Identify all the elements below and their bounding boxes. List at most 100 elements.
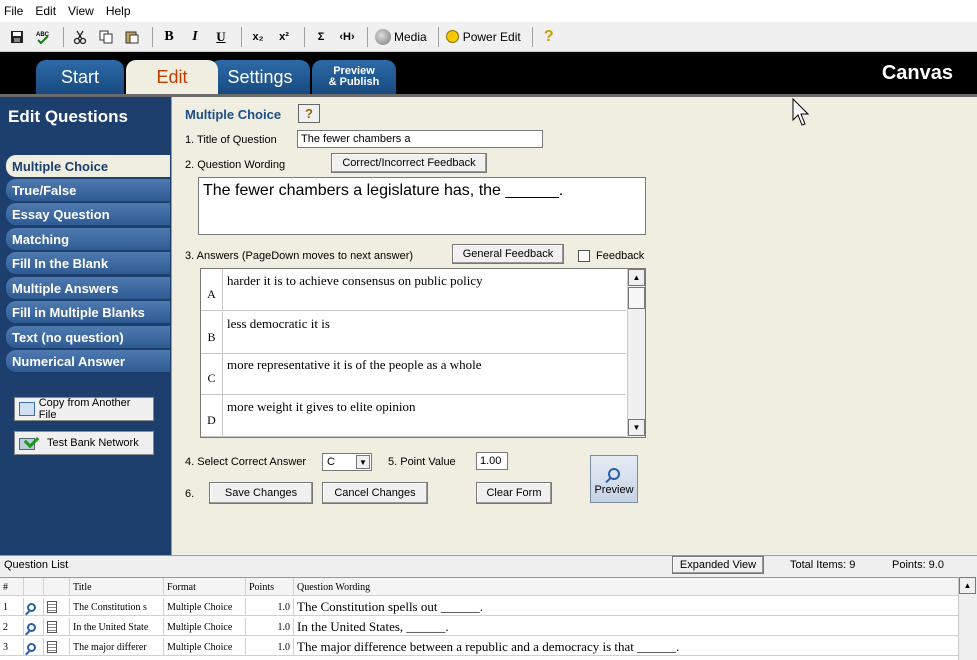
correct-answer-select[interactable]: C ▼ — [322, 453, 372, 471]
question-help-button[interactable]: ? — [298, 104, 320, 123]
preview-row-icon[interactable] — [24, 598, 44, 616]
clear-form-button[interactable]: Clear Form — [476, 482, 552, 504]
preview-row-icon[interactable] — [24, 618, 44, 636]
document-icon[interactable] — [44, 638, 70, 656]
answer-text[interactable]: harder it is to achieve consensus on pub… — [227, 273, 483, 289]
sidebar-item-fill-blank[interactable]: Fill In the Blank — [6, 252, 170, 274]
table-row[interactable]: 1 The Constitution s Multiple Choice 1.0… — [0, 598, 958, 616]
sidebar-item-text[interactable]: Text (no question) — [6, 326, 170, 348]
correct-incorrect-feedback-button[interactable]: Correct/Incorrect Feedback — [331, 153, 487, 173]
copy-from-file-button[interactable]: Copy from Another File — [14, 397, 154, 421]
save-icon[interactable] — [6, 26, 28, 48]
answer-text[interactable]: more weight it gives to elite opinion — [227, 399, 415, 415]
row-points: 1.0 — [246, 618, 294, 636]
preview-button[interactable]: Preview — [590, 455, 638, 503]
italic-button[interactable]: I — [184, 26, 206, 48]
chevron-down-icon[interactable]: ▼ — [356, 455, 370, 469]
answers-label: 3. Answers (PageDown moves to next answe… — [185, 250, 414, 262]
sidebar-item-true-false[interactable]: True/False — [6, 179, 170, 201]
column-header: Format — [164, 578, 246, 596]
title-input[interactable]: The fewer chambers a — [297, 130, 543, 148]
media-button[interactable]: Media — [373, 26, 429, 48]
row-title: The major differer — [70, 638, 164, 656]
answer-row[interactable]: C more representative it is of the peopl… — [201, 353, 626, 395]
spellcheck-icon[interactable]: ABC — [32, 26, 54, 48]
test-bank-network-button[interactable]: Test Bank Network — [14, 431, 154, 455]
preview-row-icon[interactable] — [24, 638, 44, 656]
power-edit-label: Power Edit — [462, 29, 521, 44]
answer-row[interactable]: D more weight it gives to elite opinion — [201, 395, 626, 437]
copy-from-file-label: Copy from Another File — [38, 397, 131, 421]
row-wording: The Constitution spells out ______. — [297, 599, 483, 614]
tab-settings[interactable]: Settings — [210, 60, 310, 94]
separator — [437, 26, 439, 47]
table-row[interactable]: 2 In the United State Multiple Choice 1.… — [0, 618, 958, 636]
document-icon[interactable] — [44, 598, 70, 616]
bold-button[interactable]: B — [158, 26, 180, 48]
scroll-up-icon[interactable]: ▲ — [628, 269, 645, 286]
menu-help[interactable]: Help — [106, 4, 131, 18]
sidebar-item-multiple-choice[interactable]: Multiple Choice — [6, 155, 170, 177]
answer-letter: D — [201, 395, 223, 437]
title-label: 1. Title of Question — [185, 134, 277, 146]
cut-icon[interactable] — [69, 26, 91, 48]
table-row[interactable]: 3 The major differer Multiple Choice 1.0… — [0, 638, 958, 656]
separator — [152, 26, 153, 47]
question-wording-input[interactable]: The fewer chambers a legislature has, th… — [198, 177, 646, 235]
question-list-scrollbar[interactable]: ▲ — [958, 577, 977, 660]
row-format: Multiple Choice — [164, 598, 246, 616]
save-changes-button[interactable]: Save Changes — [209, 482, 313, 504]
answer-letter: A — [201, 269, 223, 311]
scroll-up-icon[interactable]: ▲ — [959, 577, 976, 594]
cancel-changes-button[interactable]: Cancel Changes — [322, 482, 428, 504]
row-title: The Constitution s — [70, 598, 164, 616]
row-title: In the United State — [70, 618, 164, 636]
sidebar-item-fill-multiple-blanks[interactable]: Fill in Multiple Blanks — [6, 301, 170, 323]
tab-bar: Start Settings Edit Preview & Publish Ca… — [0, 52, 977, 94]
answer-row[interactable]: B less democratic it is — [201, 312, 626, 354]
sidebar-item-matching[interactable]: Matching — [6, 228, 170, 250]
menu-edit[interactable]: Edit — [35, 4, 56, 18]
tab-preview-line2: & Publish — [328, 76, 380, 88]
separator — [304, 26, 305, 47]
column-header — [24, 578, 44, 596]
paste-icon[interactable] — [121, 26, 143, 48]
copy-icon[interactable] — [95, 26, 117, 48]
answers-scrollbar[interactable]: ▲ ▼ — [627, 269, 645, 437]
table-header-row: # Title Format Points Question Wording — [0, 578, 958, 596]
mouse-pointer-icon — [792, 98, 810, 126]
help-icon[interactable]: ? — [538, 26, 560, 48]
equation-button[interactable]: Σ — [310, 26, 332, 48]
general-feedback-button[interactable]: General Feedback — [452, 244, 564, 264]
scroll-down-icon[interactable]: ▼ — [628, 419, 645, 436]
underline-button[interactable]: U — [210, 26, 232, 48]
column-header: Question Wording — [297, 581, 371, 593]
expanded-view-button[interactable]: Expanded View — [672, 556, 764, 574]
menu-view[interactable]: View — [68, 4, 94, 18]
preview-label: Preview — [594, 484, 634, 496]
code-button[interactable]: ‹H› — [336, 26, 358, 48]
sidebar-item-essay[interactable]: Essay Question — [6, 203, 170, 225]
superscript-button[interactable]: x² — [273, 26, 295, 48]
tab-preview-publish[interactable]: Preview & Publish — [312, 60, 396, 94]
document-icon[interactable] — [44, 618, 70, 636]
row-number: 2 — [0, 618, 24, 636]
answer-text[interactable]: less democratic it is — [227, 316, 330, 332]
media-icon — [375, 28, 391, 45]
point-value-label: 5. Point Value — [388, 456, 456, 468]
feedback-checkbox[interactable] — [578, 250, 590, 262]
separator — [367, 26, 368, 47]
answer-text[interactable]: more representative it is of the people … — [227, 357, 482, 373]
menu-file[interactable]: File — [4, 4, 23, 18]
point-value-input[interactable]: 1.00 — [476, 452, 508, 470]
sidebar-item-multiple-answers[interactable]: Multiple Answers — [6, 277, 170, 299]
answer-row[interactable]: A harder it is to achieve consensus on p… — [201, 269, 626, 311]
subscript-button[interactable]: x₂ — [247, 26, 269, 48]
tab-edit[interactable]: Edit — [126, 60, 218, 94]
editor-heading: Multiple Choice — [185, 107, 282, 122]
menu-bar: File Edit View Help — [0, 0, 977, 22]
sidebar-item-numerical[interactable]: Numerical Answer — [6, 350, 170, 372]
scroll-thumb[interactable] — [628, 287, 645, 309]
tab-start[interactable]: Start — [36, 60, 124, 94]
power-edit-button[interactable]: Power Edit — [444, 26, 523, 48]
